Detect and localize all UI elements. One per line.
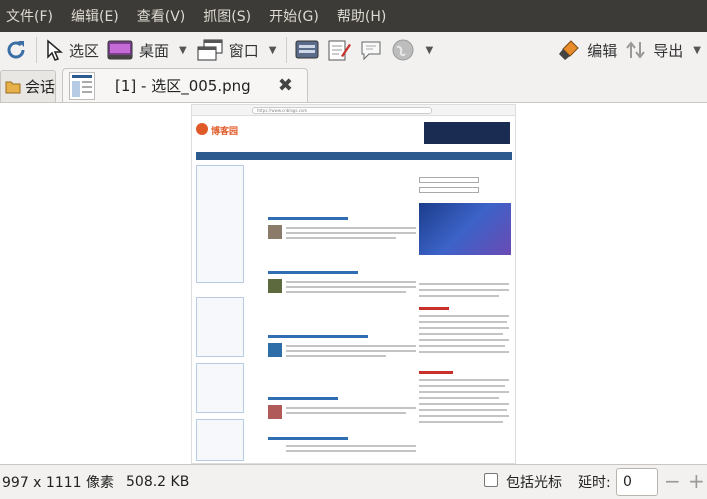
site-nav [196,152,512,160]
menu-start[interactable]: 开始(G) [269,6,319,26]
desktop-icon [107,40,133,60]
window-button[interactable]: 窗口 [193,34,263,66]
tab-session-label: 会话 [25,78,56,96]
include-cursor-label[interactable]: 包括光标 [506,472,562,492]
edit-button[interactable]: 编辑 [553,34,621,66]
site-left-column [196,165,244,461]
edit-label: 编辑 [587,41,618,60]
site-name: 博客园 [211,127,239,137]
browser-url: https://www.cnblogs.com [252,107,432,114]
image-dimensions: 997 x 1111 像素 [2,475,114,491]
web-upload-button[interactable] [387,34,419,66]
export-label: 导出 [653,41,684,60]
tab-strip: 会话 [1] - 选区_005.png ✖ [0,68,707,102]
delay-increment-button[interactable]: + [688,469,705,493]
image-viewer[interactable]: https://www.cnblogs.com 博客园 [0,102,707,465]
menu-help[interactable]: 帮助(H) [337,6,386,26]
captured-screenshot: https://www.cnblogs.com 博客园 [192,105,515,463]
browser-bar: https://www.cnblogs.com [192,105,515,116]
refresh-icon [7,41,25,59]
site-links-box [196,297,244,357]
toolbar-separator [36,37,37,63]
menu-capture[interactable]: 抓图(S) [203,6,251,26]
menu-edit[interactable]: 编辑(E) [71,6,119,26]
close-tab-icon[interactable]: ✖ [278,75,293,96]
desktop-button[interactable]: 桌面 [103,34,173,66]
menu-file[interactable]: 文件(F) [6,6,53,26]
export-button[interactable]: 导出 [621,34,687,66]
site-category-box [196,165,244,283]
folder-icon [5,81,21,93]
site-banner [424,122,510,144]
site-logo-icon [196,123,208,135]
properties-button[interactable] [291,34,323,66]
site-ad-image [419,203,511,255]
select-area-button[interactable]: 选区 [41,34,103,66]
refresh-button[interactable] [0,34,32,66]
desktop-dropdown-icon[interactable]: ▼ [179,45,187,56]
screenshot-properties-icon [295,40,319,59]
include-cursor-checkbox[interactable] [484,473,498,487]
tab-screenshot-title: [1] - 选区_005.png [115,77,251,95]
window-icon [197,39,223,61]
window-label: 窗口 [228,41,259,60]
annotate-button[interactable] [323,34,355,66]
tab-thumbnail [69,71,95,100]
toolbar-separator [286,37,288,63]
desktop-label: 桌面 [139,41,170,60]
delay-spinbox[interactable]: 0 [616,468,658,496]
export-dropdown-icon[interactable]: ▼ [693,45,701,56]
brush-icon [559,40,579,60]
window-dropdown-icon[interactable]: ▼ [269,45,277,56]
site-recent-box [196,363,244,413]
menu-view[interactable]: 查看(V) [137,6,186,26]
globe-icon [392,39,414,61]
status-bar: 997 x 1111 像素 508.2 KB 包括光标 延时: 0 − + [0,465,707,499]
notepad-pencil-icon [328,40,352,61]
cursor-icon [47,39,63,61]
site-ranking-box [196,419,244,461]
menu-bar: 文件(F) 编辑(E) 查看(V) 抓图(S) 开始(G) 帮助(H) [0,0,707,32]
web-dropdown-icon[interactable]: ▼ [425,45,433,56]
toolbar: 选区 桌面 ▼ 窗口 ▼ ▼ 编辑 导出 ▼ [0,32,707,68]
tab-screenshot[interactable]: [1] - 选区_005.png ✖ [62,68,308,102]
transfer-arrows-icon [626,41,646,59]
delay-label: 延时: [578,475,611,491]
tab-session[interactable]: 会话 [0,70,56,102]
select-area-label: 选区 [69,41,100,60]
speech-bubble-icon [361,41,381,61]
delay-decrement-button[interactable]: − [664,469,681,493]
comment-button[interactable] [355,34,387,66]
file-size: 508.2 KB [126,474,190,490]
